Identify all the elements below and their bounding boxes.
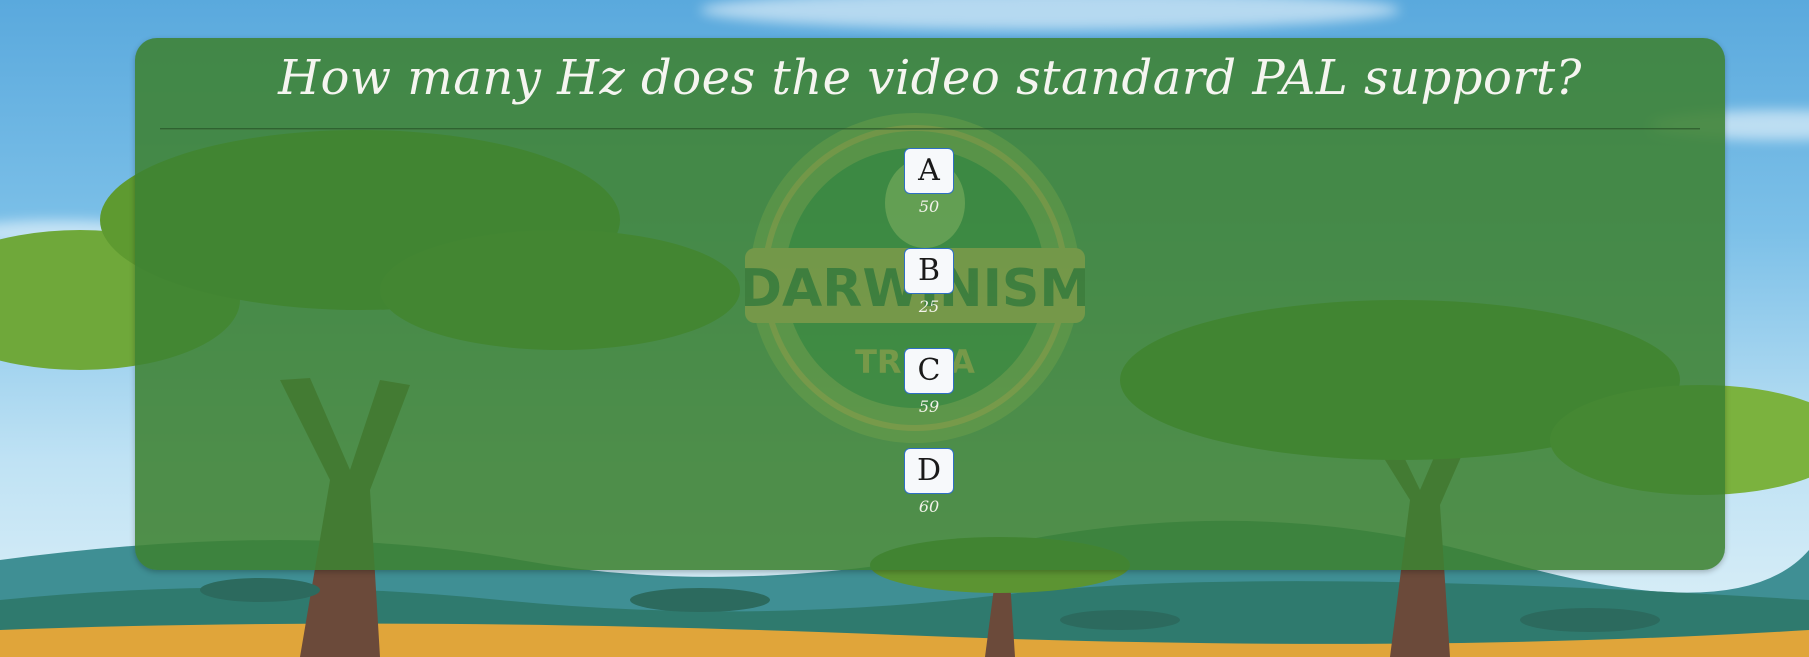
answer-b-button[interactable]: B — [904, 248, 954, 294]
answer-d-button[interactable]: D — [904, 448, 954, 494]
answer-b-value: 25 — [918, 297, 940, 316]
answer-a-value: 50 — [918, 197, 940, 216]
answer-c-button[interactable]: C — [904, 348, 954, 394]
answer-a-button[interactable]: A — [904, 148, 954, 194]
question-text: How many Hz does the video standard PAL … — [278, 50, 1582, 106]
game-screen: DARWINISM TRIVIA How many Hz does the vi… — [0, 0, 1809, 657]
question-panel: DARWINISM TRIVIA How many Hz does the vi… — [135, 38, 1725, 570]
answer-option-b: B 25 — [903, 248, 955, 316]
divider — [160, 128, 1700, 130]
answer-option-a: A 50 — [903, 148, 955, 216]
answer-d-value: 60 — [918, 497, 940, 516]
answer-option-d: D 60 — [903, 448, 955, 516]
answer-c-value: 59 — [918, 397, 940, 416]
answer-option-c: C 59 — [903, 348, 955, 416]
